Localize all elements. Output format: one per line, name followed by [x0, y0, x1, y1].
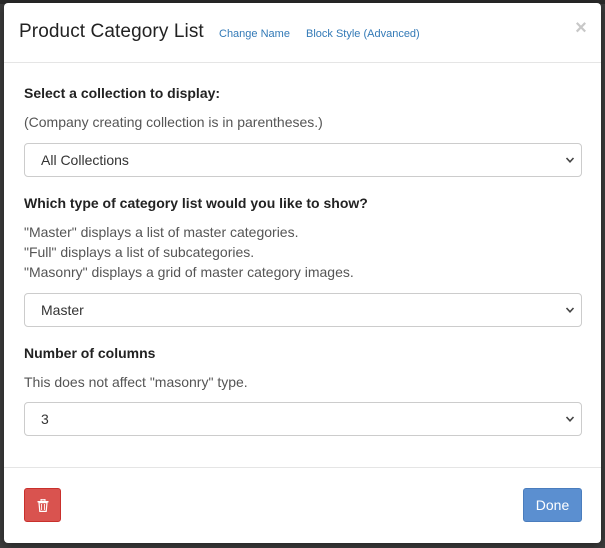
modal-header: Product Category List Change Name Block …: [4, 3, 601, 63]
category-type-help-full: "Full" displays a list of subcategories.: [24, 244, 255, 260]
modal-body: Select a collection to display: (Company…: [4, 63, 601, 467]
done-button[interactable]: Done: [523, 488, 582, 522]
close-button[interactable]: ×: [573, 18, 589, 38]
change-name-link[interactable]: Change Name: [219, 28, 290, 40]
category-type-help-masonry: "Masonry" displays a grid of master cate…: [24, 264, 354, 280]
product-category-list-modal: Product Category List Change Name Block …: [4, 3, 601, 543]
columns-help: This does not affect "masonry" type.: [24, 374, 248, 390]
close-icon: ×: [575, 17, 587, 39]
category-type-label: Which type of category list would you li…: [24, 195, 368, 211]
columns-label: Number of columns: [24, 345, 156, 361]
collection-help: (Company creating collection is in paren…: [24, 114, 323, 130]
modal-title: Product Category List: [19, 21, 204, 42]
columns-select-value: 3: [41, 411, 49, 427]
chevron-down-icon: [565, 157, 575, 163]
columns-select[interactable]: 3: [24, 402, 582, 436]
delete-button[interactable]: [24, 488, 61, 522]
modal-footer: Done: [4, 467, 601, 543]
category-type-select-value: Master: [41, 302, 84, 318]
category-type-help-master: "Master" displays a list of master categ…: [24, 224, 299, 240]
trash-icon: [37, 499, 49, 512]
category-type-select[interactable]: Master: [24, 293, 582, 327]
collection-select[interactable]: All Collections: [24, 143, 582, 177]
chevron-down-icon: [565, 416, 575, 422]
collection-label: Select a collection to display:: [24, 85, 221, 101]
collection-select-value: All Collections: [41, 152, 129, 168]
block-style-link[interactable]: Block Style (Advanced): [306, 28, 420, 40]
chevron-down-icon: [565, 307, 575, 313]
